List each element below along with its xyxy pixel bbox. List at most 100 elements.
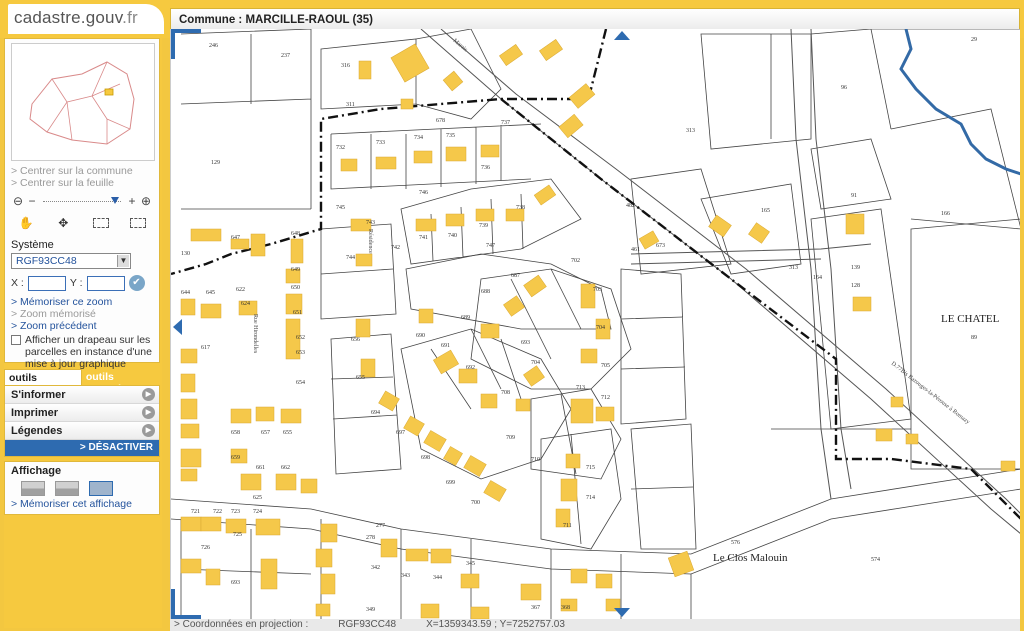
svg-text:734: 734 [414,135,423,141]
svg-text:723: 723 [231,509,240,515]
pan-south-icon[interactable] [614,608,630,617]
svg-text:678: 678 [436,118,445,124]
svg-text:714: 714 [586,495,595,501]
y-label: Y : [69,277,83,289]
svg-text:736: 736 [481,165,490,171]
svg-text:693: 693 [231,580,240,586]
svg-text:704: 704 [531,360,540,366]
svg-text:689: 689 [461,315,470,321]
svg-text:735: 735 [446,133,455,139]
tab-advanced-tools[interactable]: outils avancés [81,369,160,395]
svg-text:625: 625 [253,495,262,501]
zoom-in-icon[interactable]: ⊕ [139,194,153,208]
arrow-right-icon: ▶ [142,424,155,437]
svg-text:708: 708 [501,390,510,396]
svg-text:658: 658 [231,430,240,436]
x-input[interactable] [27,275,66,291]
svg-text:649: 649 [291,267,300,273]
zoom-out-icon[interactable]: ⊖ [11,194,25,208]
svg-text:278: 278 [366,535,375,541]
zoom-memorized-link[interactable]: > Zoom mémorisé [11,308,153,320]
minus-icon[interactable]: − [25,194,39,208]
svg-text:694: 694 [371,410,380,416]
chevron-down-icon[interactable]: ▼ [117,255,129,267]
pan-north-icon[interactable] [614,31,630,40]
svg-text:724: 724 [253,509,262,515]
frame-corner-top-left [171,29,201,33]
svg-text:622: 622 [236,287,245,293]
svg-text:721: 721 [191,509,200,515]
svg-text:313: 313 [686,128,695,134]
cadastre-logo[interactable]: cadastre.gouv.fr [8,4,164,34]
svg-text:316: 316 [341,63,350,69]
svg-text:746: 746 [419,190,428,196]
zoom-handle[interactable] [111,196,119,204]
zoom-extent-icon[interactable] [127,215,149,231]
flag-checkbox[interactable] [11,335,21,345]
arrow-right-icon: ▶ [142,406,155,419]
memorize-zoom-link[interactable]: > Mémoriser ce zoom [11,296,153,308]
flag-option: Afficher un drapeau sur les parcelles en… [11,334,153,370]
svg-text:237: 237 [281,53,290,59]
svg-text:740: 740 [448,233,457,239]
memorize-display-link[interactable]: > Mémoriser cet affichage [11,498,153,510]
svg-text:650: 650 [291,285,300,291]
svg-text:652: 652 [296,335,305,341]
svg-text:645: 645 [206,290,215,296]
svg-text:342: 342 [371,565,380,571]
svg-text:345: 345 [466,561,475,567]
system-label: Système [11,239,54,251]
center-sheet-link[interactable]: > Centrer sur la feuille [11,177,153,189]
svg-text:657: 657 [261,430,270,436]
svg-text:726: 726 [201,545,210,551]
svg-text:344: 344 [433,575,442,581]
menu-legends[interactable]: Légendes ▶ [5,422,159,440]
flag-label: Afficher un drapeau sur les parcelles en… [25,334,152,370]
cadastral-map[interactable]: 246 237 316 311 678 737 129 130 732 733 734 735 73… [170,29,1020,619]
frame-corner-bottom-left-v [171,589,175,619]
pan-west-icon[interactable] [173,319,182,335]
svg-text:705: 705 [601,363,610,369]
zoom-box-icon[interactable] [90,215,112,231]
deactivate-button[interactable]: > DÉSACTIVER [5,440,159,456]
svg-text:129: 129 [211,160,220,166]
svg-text:311: 311 [346,102,355,108]
menu-print[interactable]: Imprimer ▶ [5,404,159,422]
zoom-slider[interactable]: ⊖ − + ⊕ [11,193,153,209]
overview-map[interactable] [11,43,155,161]
display-mode-2-button[interactable] [55,481,79,496]
svg-text:Rue Hirondelles: Rue Hirondelles [252,314,258,354]
frame-corner-top-left-v [171,29,175,59]
svg-text:702: 702 [571,258,580,264]
display-mode-1-button[interactable] [21,481,45,496]
svg-text:651: 651 [293,310,302,316]
svg-text:661: 661 [256,465,265,471]
svg-text:711: 711 [563,523,572,529]
tools-menu: S'informer ▶ Imprimer ▶ Légendes ▶ > DÉSACT… [4,385,160,457]
system-select[interactable]: RGF93CC48 ▼ [11,253,131,269]
y-input[interactable] [86,275,125,291]
plus-icon[interactable]: + [125,194,139,208]
svg-text:654: 654 [296,380,305,386]
svg-text:712: 712 [601,395,610,401]
crosshair-icon[interactable]: ✥ [52,215,74,231]
zoom-previous-link[interactable]: > Zoom précédent [11,320,153,332]
svg-text:644: 644 [181,290,190,296]
hand-pan-icon[interactable]: ✋ [15,215,37,231]
svg-text:722: 722 [213,509,222,515]
center-commune-link[interactable]: > Centrer sur la commune [11,165,153,177]
svg-text:688: 688 [481,289,490,295]
check-icon[interactable]: ✔ [128,275,145,291]
svg-text:710: 710 [531,457,540,463]
navigation-box: > Centrer sur la commune > Centrer sur l… [4,38,160,370]
menu-inform[interactable]: S'informer ▶ [5,386,159,404]
zoom-track[interactable] [43,196,121,204]
svg-text:Résidence: Résidence [367,229,373,254]
display-mode-3-button[interactable] [89,481,113,496]
svg-text:313: 313 [789,265,798,271]
svg-text:704: 704 [596,325,605,331]
map-canvas[interactable]: 246 237 316 311 678 737 129 130 732 733 734 735 73… [171,29,1020,619]
tab-simple-tools[interactable]: outils simples [4,369,82,396]
svg-text:742: 742 [391,245,400,251]
svg-text:732: 732 [336,145,345,151]
